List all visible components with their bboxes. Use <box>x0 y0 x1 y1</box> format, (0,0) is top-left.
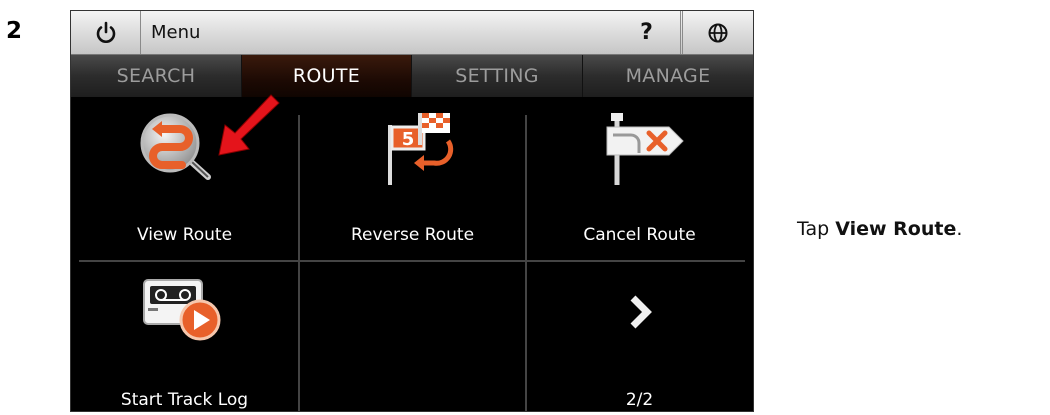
instruction-suffix: . <box>956 218 963 240</box>
instruction-prefix: Tap <box>797 218 836 240</box>
instruction-bold: View Route <box>835 218 957 240</box>
chevron-right-icon <box>630 295 652 329</box>
track-log-icon <box>142 279 220 341</box>
cancel-route-button[interactable]: Cancel Route <box>526 97 753 257</box>
tab-setting[interactable]: SETTING <box>412 55 583 97</box>
tab-bar: SEARCH ROUTE SETTING MANAGE <box>71 55 753 97</box>
globe-icon <box>708 23 728 42</box>
top-bar: Menu ? <box>71 11 753 55</box>
language-button[interactable] <box>683 11 753 54</box>
svg-text:5: 5 <box>401 129 414 150</box>
help-button[interactable]: ? <box>611 11 683 54</box>
power-icon <box>96 21 115 43</box>
start-track-log-button[interactable]: Start Track Log <box>71 262 298 411</box>
menu-title: Menu <box>141 11 681 54</box>
start-track-log-label: Start Track Log <box>120 390 249 410</box>
reverse-route-label: Reverse Route <box>350 225 475 245</box>
cancel-route-icon <box>606 113 684 185</box>
cancel-route-label: Cancel Route <box>583 225 696 245</box>
pointer-arrow-icon <box>218 94 280 156</box>
step-number: 2 <box>6 18 23 44</box>
reverse-route-icon: 5 <box>387 113 453 185</box>
reverse-route-button[interactable]: 5 Reverse Route <box>299 97 526 257</box>
tab-manage[interactable]: MANAGE <box>583 55 753 97</box>
route-menu-grid: View Route 5 Reverse Route Cancel Route … <box>71 94 753 411</box>
page-indicator: 2/2 <box>625 390 654 410</box>
next-page-button[interactable]: 2/2 <box>526 262 753 411</box>
instruction-text: Tap View Route. <box>797 218 962 240</box>
view-route-label: View Route <box>136 225 233 245</box>
power-button[interactable] <box>71 11 141 54</box>
empty-cell <box>299 262 526 411</box>
view-route-button[interactable]: View Route <box>71 94 298 257</box>
navigation-device-screen: Menu ? SEARCH ROUTE SETTING MANAGE View … <box>70 10 754 412</box>
